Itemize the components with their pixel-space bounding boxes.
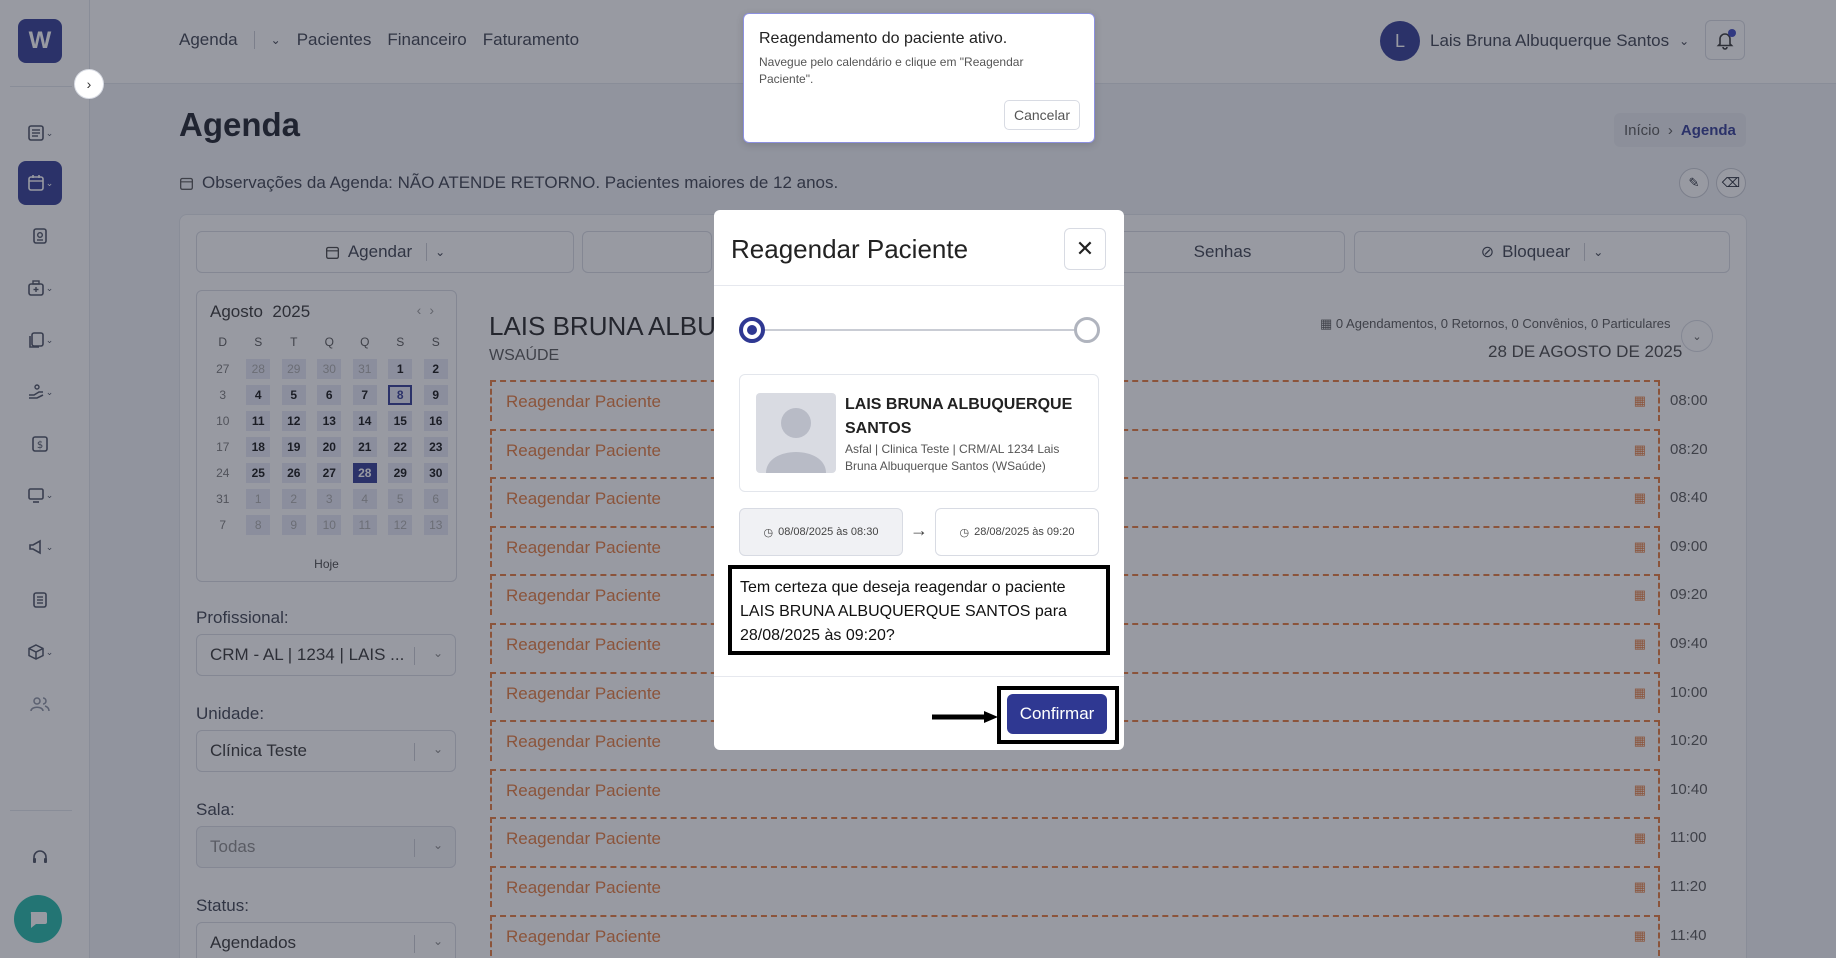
- user-placeholder-icon: [766, 408, 826, 473]
- reschedule-modal: Reagendar Paciente ✕ LAIS BRUNA ALBUQUER…: [714, 210, 1124, 750]
- new-time: ◷ 28/08/2025 às 09:20: [935, 508, 1099, 556]
- arrow-right-icon: →: [910, 520, 928, 540]
- chevron-right-icon: ›: [86, 76, 92, 92]
- reschedule-toast: Reagendamento do paciente ativo. Navegue…: [743, 13, 1095, 143]
- toast-message: Navegue pelo calendário e clique em "Rea…: [759, 55, 1024, 86]
- stepper-line: [754, 329, 1074, 331]
- close-icon: ✕: [1075, 236, 1095, 261]
- toast-cancel-button[interactable]: Cancelar: [1003, 100, 1080, 130]
- modal-title: Reagendar Paciente: [731, 234, 969, 264]
- clock-icon: ◷: [959, 526, 970, 539]
- original-time: ◷ 08/08/2025 às 08:30: [739, 508, 903, 556]
- patient-photo: [756, 393, 836, 473]
- step-1: [739, 317, 765, 343]
- patient-info: Asfal | Clinica Teste | CRM/AL 1234 Lais…: [845, 442, 1060, 473]
- toast-title: Reagendamento do paciente ativo.: [759, 30, 1008, 47]
- pointer-arrow-icon: [932, 711, 998, 723]
- confirmation-message: Tem certeza que deseja reagendar o pacie…: [728, 565, 1110, 655]
- modal-divider: [714, 285, 1124, 286]
- modal-divider: [714, 676, 1124, 677]
- step-2: [1074, 317, 1100, 343]
- close-button[interactable]: ✕: [1064, 228, 1106, 270]
- confirm-button[interactable]: Confirmar: [1007, 694, 1107, 734]
- patient-card: LAIS BRUNA ALBUQUERQUE SANTOS Asfal | Cl…: [739, 374, 1099, 492]
- sidebar-expand-button[interactable]: ›: [74, 69, 104, 99]
- patient-name: LAIS BRUNA ALBUQUERQUE SANTOS: [845, 396, 1073, 437]
- clock-icon: ◷: [763, 526, 774, 539]
